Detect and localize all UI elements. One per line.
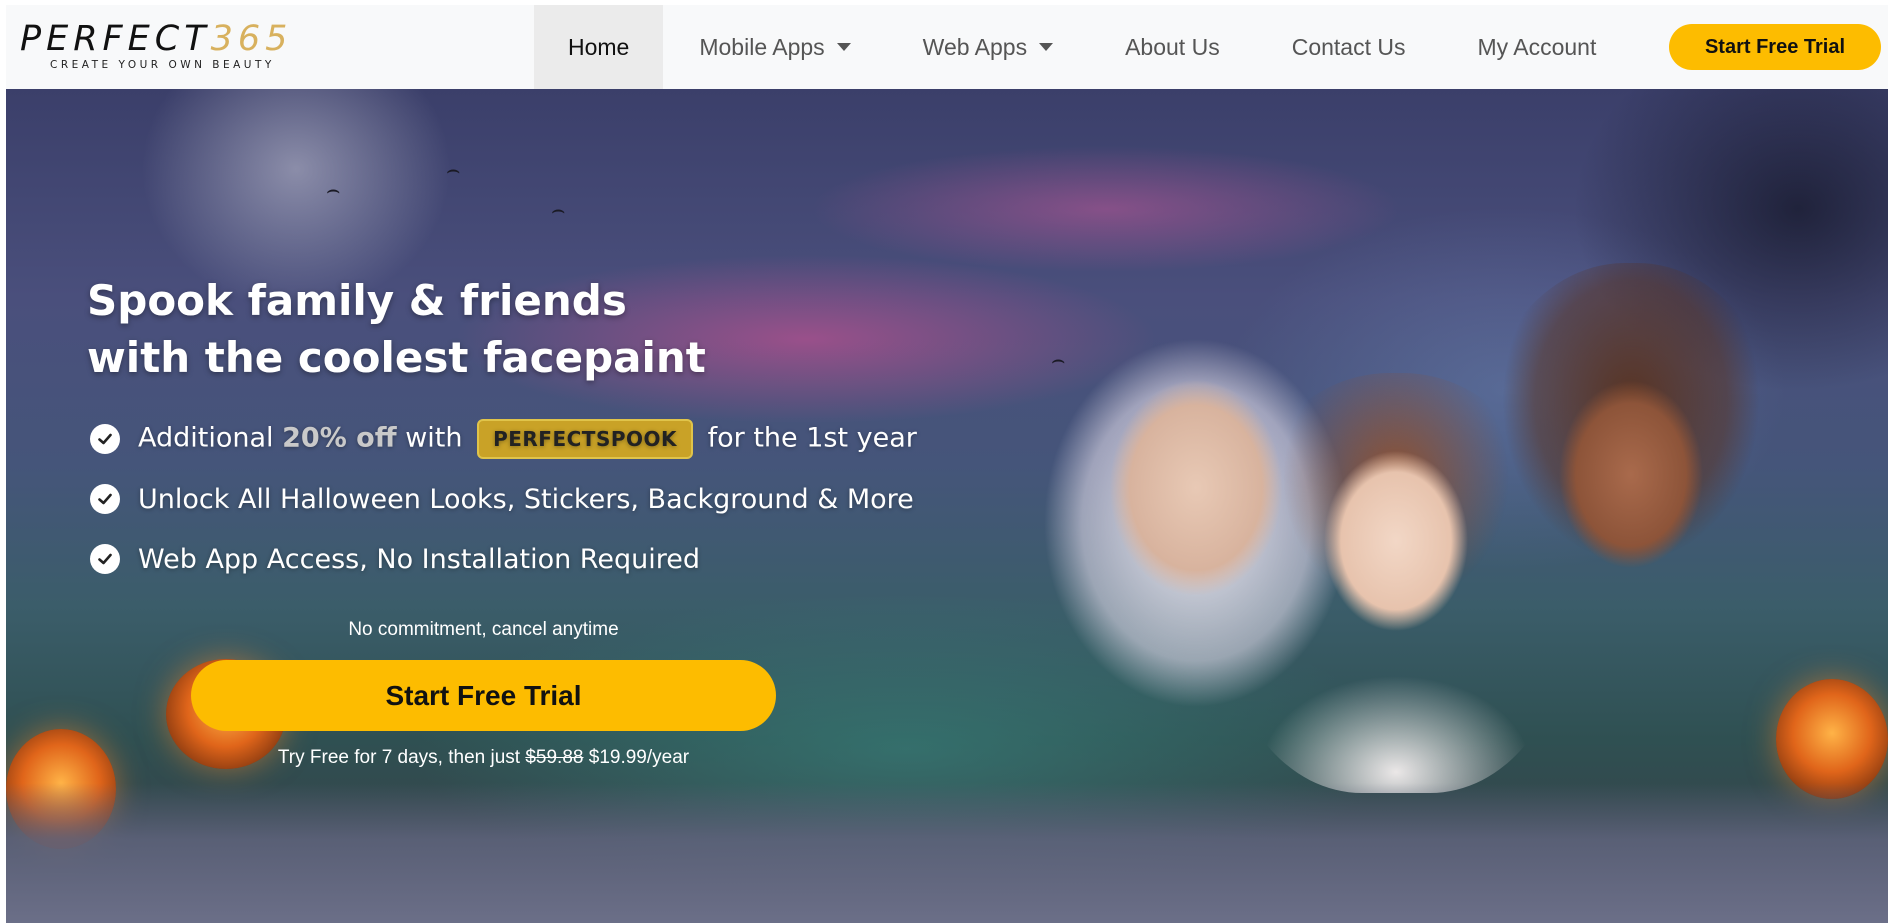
check-circle-icon [90, 484, 120, 514]
pricing-prefix: Try Free for 7 days, then just [277, 747, 521, 768]
nav-start-free-trial-button[interactable]: Start Free Trial [1669, 24, 1881, 70]
feature-text: Additional 20% off with PERFECTSPOOK for… [138, 419, 917, 459]
hero-heading: Spook family & friends with the coolest … [87, 272, 787, 386]
nav-item-label: About Us [1125, 33, 1220, 60]
brand-logo[interactable]: PERFECT365 CREATE YOUR OWN BEAUTY [20, 20, 290, 78]
bat-icon: ⌢ [551, 197, 566, 222]
check-circle-icon [90, 424, 120, 454]
stone-ground [6, 783, 1888, 923]
nav-links: Home Mobile Apps Web Apps About Us Conta… [534, 5, 1632, 89]
feature-text: Unlock All Halloween Looks, Stickers, Ba… [138, 483, 914, 515]
logo-wordmark: PERFECT365 [20, 19, 293, 59]
check-circle-icon [90, 544, 120, 574]
feature-text-with: with [405, 422, 463, 454]
top-navbar: PERFECT365 CREATE YOUR OWN BEAUTY Home M… [6, 5, 1888, 89]
pricing-note: Try Free for 7 days, then just $59.88 $1… [191, 747, 776, 769]
nav-item-mobile-apps[interactable]: Mobile Apps [663, 5, 886, 89]
feature-text: Web App Access, No Installation Required [138, 543, 700, 575]
nav-item-web-apps[interactable]: Web Apps [887, 5, 1089, 89]
promo-code-badge: PERFECTSPOOK [477, 419, 694, 459]
commitment-note: No commitment, cancel anytime [348, 619, 619, 640]
model-redhead-image [1226, 373, 1566, 793]
old-price: $59.88 [525, 747, 584, 768]
caret-down-icon [836, 43, 851, 51]
feature-list: Additional 20% off with PERFECTSPOOK for… [90, 419, 917, 599]
nav-item-about-us[interactable]: About Us [1089, 5, 1256, 89]
nav-item-contact-us[interactable]: Contact Us [1256, 5, 1442, 89]
feature-text-prefix: Additional [138, 422, 274, 454]
feature-item: Additional 20% off with PERFECTSPOOK for… [90, 419, 917, 459]
hero-heading-line: Spook family & friends [87, 276, 627, 325]
hero-start-free-trial-button[interactable]: Start Free Trial [191, 660, 776, 731]
feature-text-suffix: for the 1st year [707, 422, 917, 454]
hero-heading-line: with the coolest facepaint [87, 333, 706, 382]
feature-item: Web App Access, No Installation Required [90, 539, 910, 579]
nav-item-home[interactable]: Home [534, 5, 664, 89]
nav-item-label: Mobile Apps [699, 33, 825, 60]
nav-item-label: My Account [1477, 33, 1597, 60]
caret-down-icon [1039, 43, 1054, 51]
discount-highlight: 20% off [282, 422, 397, 454]
hero-banner: ⌢ ⌢ ⌢ ⌢ Spook family & friends with the … [6, 89, 1888, 923]
feature-item: Unlock All Halloween Looks, Stickers, Ba… [90, 479, 914, 519]
bat-icon: ⌢ [326, 177, 341, 202]
nav-item-my-account[interactable]: My Account [1441, 5, 1632, 89]
nav-item-label: Web Apps [922, 33, 1028, 60]
bat-icon: ⌢ [446, 157, 461, 182]
nav-item-label: Home [568, 33, 630, 60]
nav-item-label: Contact Us [1291, 33, 1406, 60]
logo-tagline: CREATE YOUR OWN BEAUTY [50, 59, 275, 71]
pumpkin-image [1776, 679, 1888, 799]
new-price: $19.99/year [588, 747, 690, 768]
